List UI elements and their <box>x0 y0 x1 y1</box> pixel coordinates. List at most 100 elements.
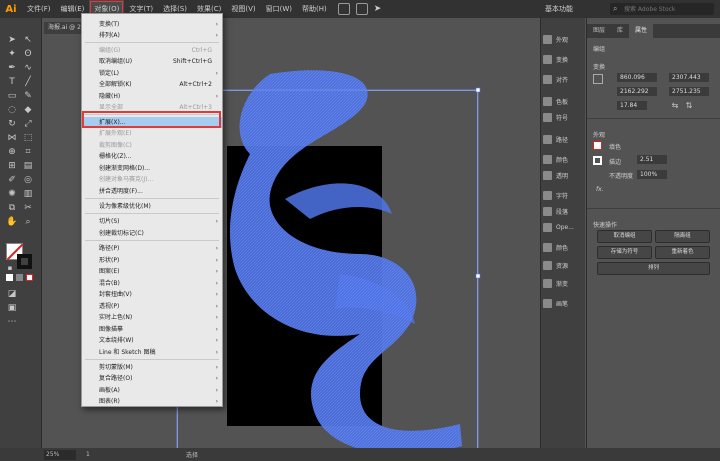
object-menu-item[interactable]: 栅格化(Z)... <box>82 151 222 162</box>
workspace-switcher[interactable]: 基本功能 <box>545 0 573 18</box>
blend-tool-icon[interactable]: ◎ <box>22 174 34 186</box>
stroke-swatch-icon[interactable] <box>593 156 602 165</box>
free-transform-icon[interactable]: ⬚ <box>22 132 34 144</box>
menu-file[interactable]: 文件(F) <box>22 0 56 18</box>
slice-tool-icon[interactable]: ✂ <box>22 202 34 214</box>
curvature-icon[interactable]: ∿ <box>22 62 34 74</box>
tab-libraries[interactable]: 库 <box>611 24 629 38</box>
object-menu-item[interactable]: 锁定(L) › <box>82 68 222 79</box>
object-menu-item[interactable]: 隐藏(H) › <box>82 91 222 102</box>
h-field[interactable]: 2751.235 <box>669 87 709 96</box>
dock-transparency[interactable]: 透明 <box>543 168 586 182</box>
object-menu-item[interactable]: 取消编组(U) Shift+Ctrl+G <box>82 56 222 67</box>
opacity-field[interactable]: 100% <box>637 170 667 179</box>
reference-point-icon[interactable] <box>593 74 603 84</box>
arrange-documents-icon[interactable] <box>355 3 368 15</box>
dock-paragraph[interactable]: 段落 <box>543 204 586 218</box>
dock-assets[interactable]: 资源 <box>543 258 586 272</box>
angle-field[interactable]: 17.84 <box>617 101 647 110</box>
dock-symbols[interactable]: 符号 <box>543 110 586 124</box>
send-icon[interactable]: ➤ <box>374 4 382 14</box>
menu-window[interactable]: 窗口(W) <box>261 0 297 18</box>
dock-align[interactable]: 对齐 <box>543 72 586 86</box>
dock-pathfinder[interactable]: 路径 <box>543 132 586 146</box>
object-menu-item[interactable]: 实时上色(N) › <box>82 312 222 323</box>
x-field[interactable]: 860.096 <box>617 73 657 82</box>
flip-horizontal-icon[interactable]: ⇆ <box>669 100 681 112</box>
perspective-grid-icon[interactable]: ⌗ <box>22 146 34 158</box>
object-menu-item[interactable]: 路径(P) › <box>82 243 222 254</box>
menu-help[interactable]: 帮助(H) <box>297 0 332 18</box>
magic-wand-icon[interactable]: ✦ <box>6 48 18 60</box>
object-menu-item[interactable]: 画板(A) › <box>82 385 222 396</box>
graph-tool-icon[interactable]: ▥ <box>22 188 34 200</box>
color-mode-icon[interactable] <box>6 274 13 281</box>
dock-appearance[interactable]: 外观 <box>543 32 586 46</box>
pen-tool-icon[interactable]: ✒ <box>6 62 18 74</box>
object-menu-item[interactable]: 封套扭曲(V) › <box>82 289 222 300</box>
gradient-mode-icon[interactable] <box>16 274 23 281</box>
line-tool-icon[interactable]: ╱ <box>22 76 34 88</box>
recolor-button[interactable]: 重新着色 <box>655 246 710 259</box>
drawing-modes-icon[interactable]: ◪ <box>6 288 18 300</box>
y-field[interactable]: 2162.292 <box>617 87 657 96</box>
object-menu-item[interactable]: 设为像素级优化(M) <box>82 201 222 212</box>
stroke-weight-field[interactable]: 2.51 <box>637 155 667 164</box>
isolate-group-button[interactable]: 隔离组 <box>655 230 710 243</box>
symbol-sprayer-icon[interactable]: ✺ <box>6 188 18 200</box>
screen-mode-icon[interactable]: ▣ <box>6 302 18 314</box>
object-menu-item[interactable]: 图表(R) › <box>82 396 222 407</box>
flip-vertical-icon[interactable]: ⇅ <box>683 100 695 112</box>
object-menu-item[interactable]: 创建渐变网格(D)... <box>82 163 222 174</box>
object-menu-item[interactable]: 变换(T) › <box>82 19 222 30</box>
rotate-tool-icon[interactable]: ↻ <box>6 118 18 130</box>
object-menu-item[interactable]: 图案(E) › <box>82 266 222 277</box>
selection-tool-icon[interactable]: ➤ <box>6 34 18 46</box>
dock-character[interactable]: 字符 <box>543 188 586 202</box>
shaper-tool-icon[interactable]: ◌ <box>6 104 18 116</box>
object-menu-item[interactable]: 复合路径(O) › <box>82 373 222 384</box>
artboard-tool-icon[interactable]: ⧉ <box>6 202 18 214</box>
save-as-symbol-button[interactable]: 存储为符号 <box>597 246 652 259</box>
mesh-tool-icon[interactable]: ⊞ <box>6 160 18 172</box>
dock-swatches[interactable]: 色板 <box>543 94 586 108</box>
object-menu-item[interactable]: 切片(S) › <box>82 216 222 227</box>
bridge-icon[interactable] <box>337 3 350 15</box>
object-menu-item[interactable]: 拼合透明度(F)... <box>82 186 222 197</box>
gradient-tool-icon[interactable]: ▤ <box>22 160 34 172</box>
w-field[interactable]: 2307.443 <box>669 73 709 82</box>
dock-transform[interactable]: 变换 <box>543 52 586 66</box>
search-input[interactable] <box>610 3 714 15</box>
arrange-button[interactable]: 排列 <box>597 262 710 275</box>
object-menu-item[interactable]: Line 和 Sketch 图稿 › <box>82 347 222 358</box>
ungroup-button[interactable]: 取消编组 <box>597 230 652 243</box>
eraser-icon[interactable]: ◆ <box>22 104 34 116</box>
tab-layers[interactable]: 图层 <box>587 24 611 38</box>
menu-view[interactable]: 视图(V) <box>226 0 260 18</box>
hand-tool-icon[interactable]: ✋ <box>6 216 18 228</box>
type-tool-icon[interactable]: T <box>6 76 18 88</box>
object-menu-item[interactable]: 创建裁切标记(C) <box>82 228 222 239</box>
dock-gradient[interactable]: 渐变 <box>543 276 586 290</box>
lasso-icon[interactable]: ʘ <box>22 48 34 60</box>
object-menu-item[interactable]: 全部解锁(K) Alt+Ctrl+2 <box>82 79 222 90</box>
zoom-field[interactable]: 25% <box>44 449 76 460</box>
fx-button[interactable]: fx. <box>596 186 604 193</box>
stroke-color-swatch[interactable] <box>17 254 32 269</box>
zoom-tool-icon[interactable]: ⌕ <box>22 216 34 228</box>
none-mode-icon[interactable] <box>26 274 33 281</box>
rectangle-tool-icon[interactable]: ▭ <box>6 90 18 102</box>
stock-search-field[interactable] <box>610 3 714 15</box>
object-menu-item[interactable]: 剪切蒙版(M) › <box>82 362 222 373</box>
dock-color[interactable]: 颜色 <box>543 152 586 166</box>
tab-properties[interactable]: 属性 <box>629 24 654 38</box>
object-menu-item[interactable]: 文本绕排(W) › <box>82 335 222 346</box>
shape-builder-icon[interactable]: ⊕ <box>6 146 18 158</box>
dock-opentype[interactable]: Ope... <box>543 220 586 234</box>
object-menu-item[interactable]: 透视(P) › <box>82 301 222 312</box>
scale-tool-icon[interactable]: ⤢ <box>22 118 34 130</box>
object-menu-item[interactable]: 混合(B) › <box>82 278 222 289</box>
default-colors-icon[interactable]: ▪ <box>4 262 16 274</box>
direct-selection-icon[interactable]: ↖ <box>22 34 34 46</box>
dock-brushes[interactable]: 画笔 <box>543 296 586 310</box>
